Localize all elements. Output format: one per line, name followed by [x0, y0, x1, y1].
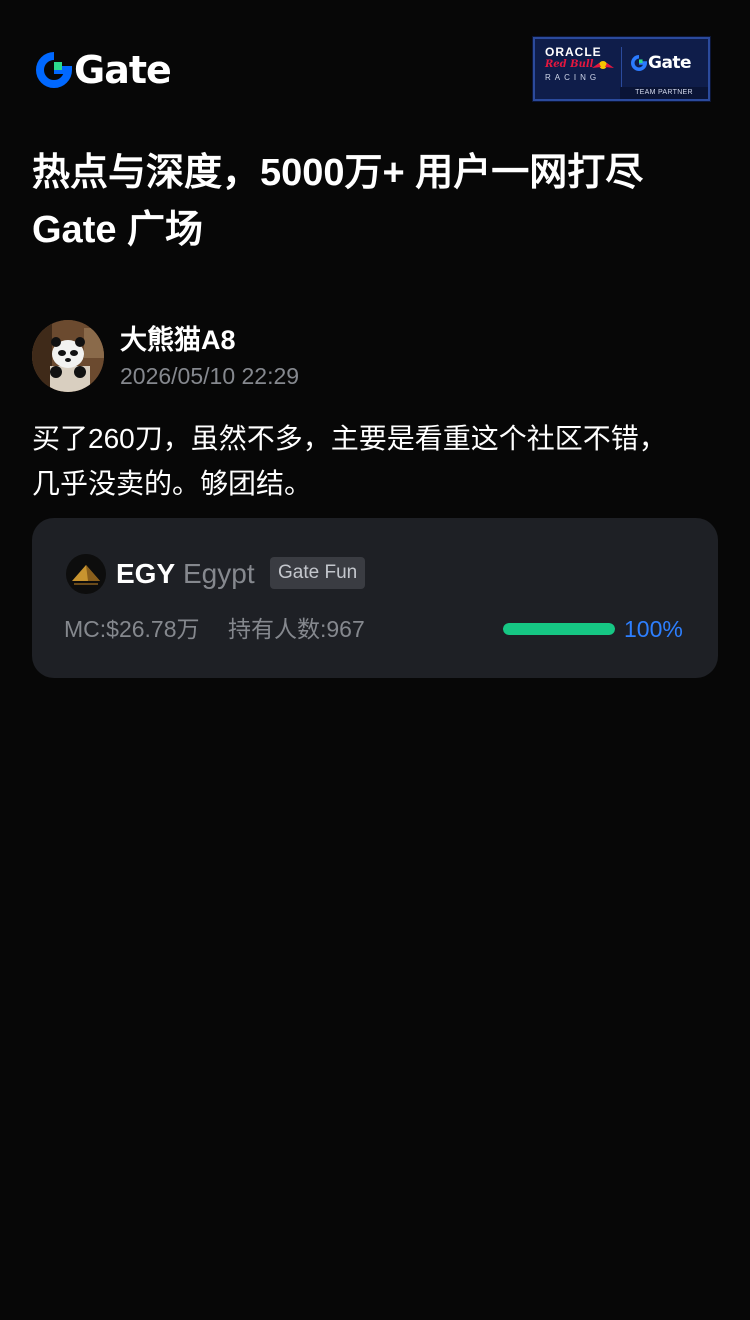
- partner-divider: [621, 47, 622, 87]
- page: Gate ORACLE Red Bull RACING Gate TEAM PA…: [0, 0, 750, 1320]
- author-avatar[interactable]: [32, 320, 104, 392]
- gate-logo-text: Gate: [74, 48, 172, 92]
- team-partner-badge: ORACLE Red Bull RACING Gate TEAM PARTNER: [532, 36, 711, 102]
- token-progress-label: 100%: [624, 616, 683, 642]
- post-body-line-1: 买了260刀，虽然不多，主要是看重这个社区不错，: [32, 423, 667, 454]
- partner-gate-logo: Gate: [631, 53, 692, 73]
- redbull-label: Red Bull: [545, 59, 594, 70]
- headline-line-1: 热点与深度，5000万+ 用户一网打尽: [32, 152, 644, 194]
- bulls-icon: [592, 61, 614, 69]
- panda-avatar-icon: [32, 320, 104, 392]
- token-tag-badge: Gate Fun: [270, 557, 366, 589]
- author-name[interactable]: 大熊猫A8: [120, 322, 236, 358]
- token-holders: 持有人数:967: [228, 616, 365, 642]
- token-progress-bar: [503, 623, 615, 635]
- token-market-cap: MC:$26.78万: [64, 616, 200, 642]
- token-name: Egypt: [183, 558, 255, 589]
- page-headline: 热点与深度，5000万+ 用户一网打尽 Gate 广场: [32, 145, 722, 259]
- partner-gate-text: Gate: [648, 53, 692, 73]
- gate-logo-icon: [36, 52, 72, 88]
- header: Gate ORACLE Red Bull RACING Gate TEAM PA…: [0, 0, 750, 130]
- token-symbol: EGY: [116, 558, 176, 589]
- headline-line-2: Gate 广场: [32, 209, 204, 251]
- team-partner-label: TEAM PARTNER: [620, 87, 708, 99]
- partner-gate-icon: [631, 55, 647, 71]
- pyramid-icon: [66, 554, 106, 594]
- racing-label: RACING: [545, 73, 601, 82]
- post-body-line-2: 几乎没卖的。够团结。: [32, 468, 313, 499]
- token-progress-fill: [503, 623, 615, 635]
- post-body: 买了260刀，虽然不多，主要是看重这个社区不错， 几乎没卖的。够团结。: [32, 416, 722, 506]
- gate-logo[interactable]: Gate: [36, 48, 172, 92]
- token-card[interactable]: EGY Egypt Gate Fun MC:$26.78万 持有人数:967 1…: [32, 518, 718, 678]
- oracle-label: ORACLE: [545, 45, 602, 59]
- post-timestamp: 2026/05/10 22:29: [120, 363, 300, 389]
